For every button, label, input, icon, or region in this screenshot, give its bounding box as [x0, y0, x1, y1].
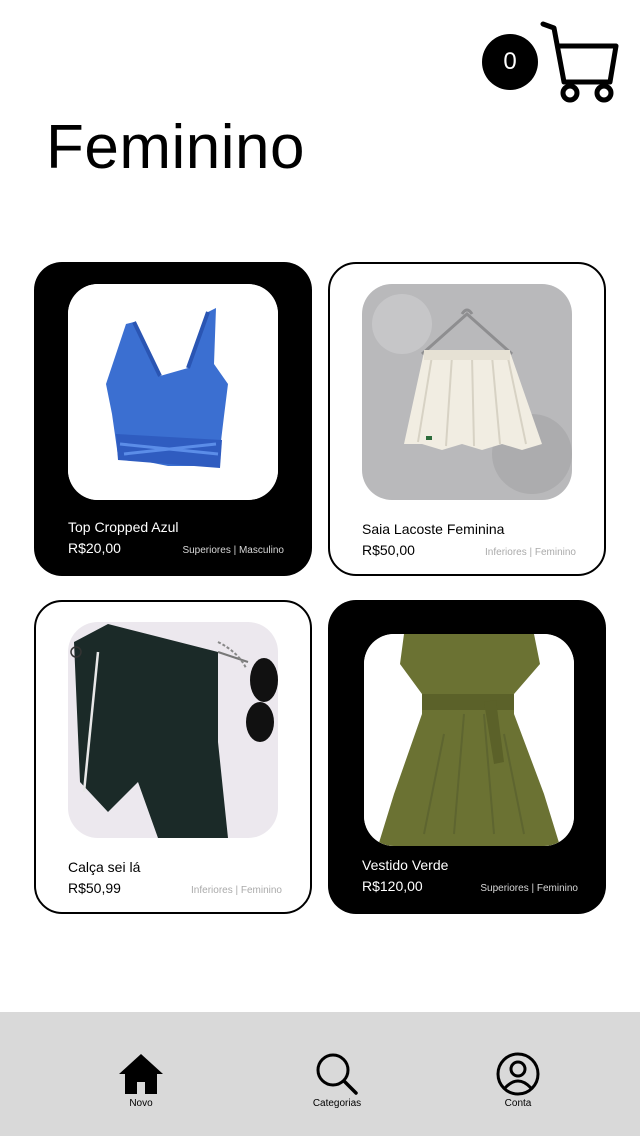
product-price: R$120,00	[362, 878, 423, 894]
product-name: Calça sei lá	[68, 859, 141, 875]
home-icon	[119, 1054, 163, 1094]
nav-item-categorias[interactable]: Categorias	[304, 1052, 370, 1109]
product-tags: Superiores | Masculino	[182, 545, 284, 556]
nav-label: Conta	[504, 1098, 532, 1109]
search-icon	[316, 1053, 358, 1095]
product-image-olive-green-dress	[364, 634, 574, 846]
page-title: Feminino	[46, 113, 305, 182]
product-image-dark-green-pants	[68, 622, 278, 838]
product-price: R$20,00	[68, 540, 121, 556]
cart-icon[interactable]	[540, 20, 620, 104]
cart-count-badge[interactable]: 0	[482, 34, 538, 90]
product-card[interactable]: Calça sei lá R$50,99 Inferiores | Femini…	[34, 600, 312, 914]
product-name: Top Cropped Azul	[68, 519, 179, 535]
user-icon	[496, 1052, 540, 1096]
nav-label: Novo	[129, 1098, 153, 1109]
nav-item-conta[interactable]: Conta	[494, 1052, 542, 1109]
product-tags: Superiores | Feminino	[480, 883, 578, 894]
product-price: R$50,99	[68, 880, 121, 896]
product-card[interactable]: Top Cropped Azul R$20,00 Superiores | Ma…	[34, 262, 312, 576]
nav-label: Categorias	[312, 1098, 362, 1109]
bottom-nav: Novo Categorias Conta	[0, 1012, 640, 1136]
product-tags: Inferiores | Feminino	[485, 547, 576, 558]
product-name: Vestido Verde	[362, 857, 449, 873]
product-image-white-pleated-skirt	[362, 284, 572, 500]
product-name: Saia Lacoste Feminina	[362, 521, 505, 537]
product-card[interactable]: Saia Lacoste Feminina R$50,00 Inferiores…	[328, 262, 606, 576]
nav-item-novo[interactable]: Novo	[112, 1052, 170, 1109]
product-card[interactable]: Vestido Verde R$120,00 Superiores | Femi…	[328, 600, 606, 914]
product-image-blue-cropped-top	[68, 284, 278, 500]
product-price: R$50,00	[362, 542, 415, 558]
product-tags: Inferiores | Feminino	[191, 885, 282, 896]
